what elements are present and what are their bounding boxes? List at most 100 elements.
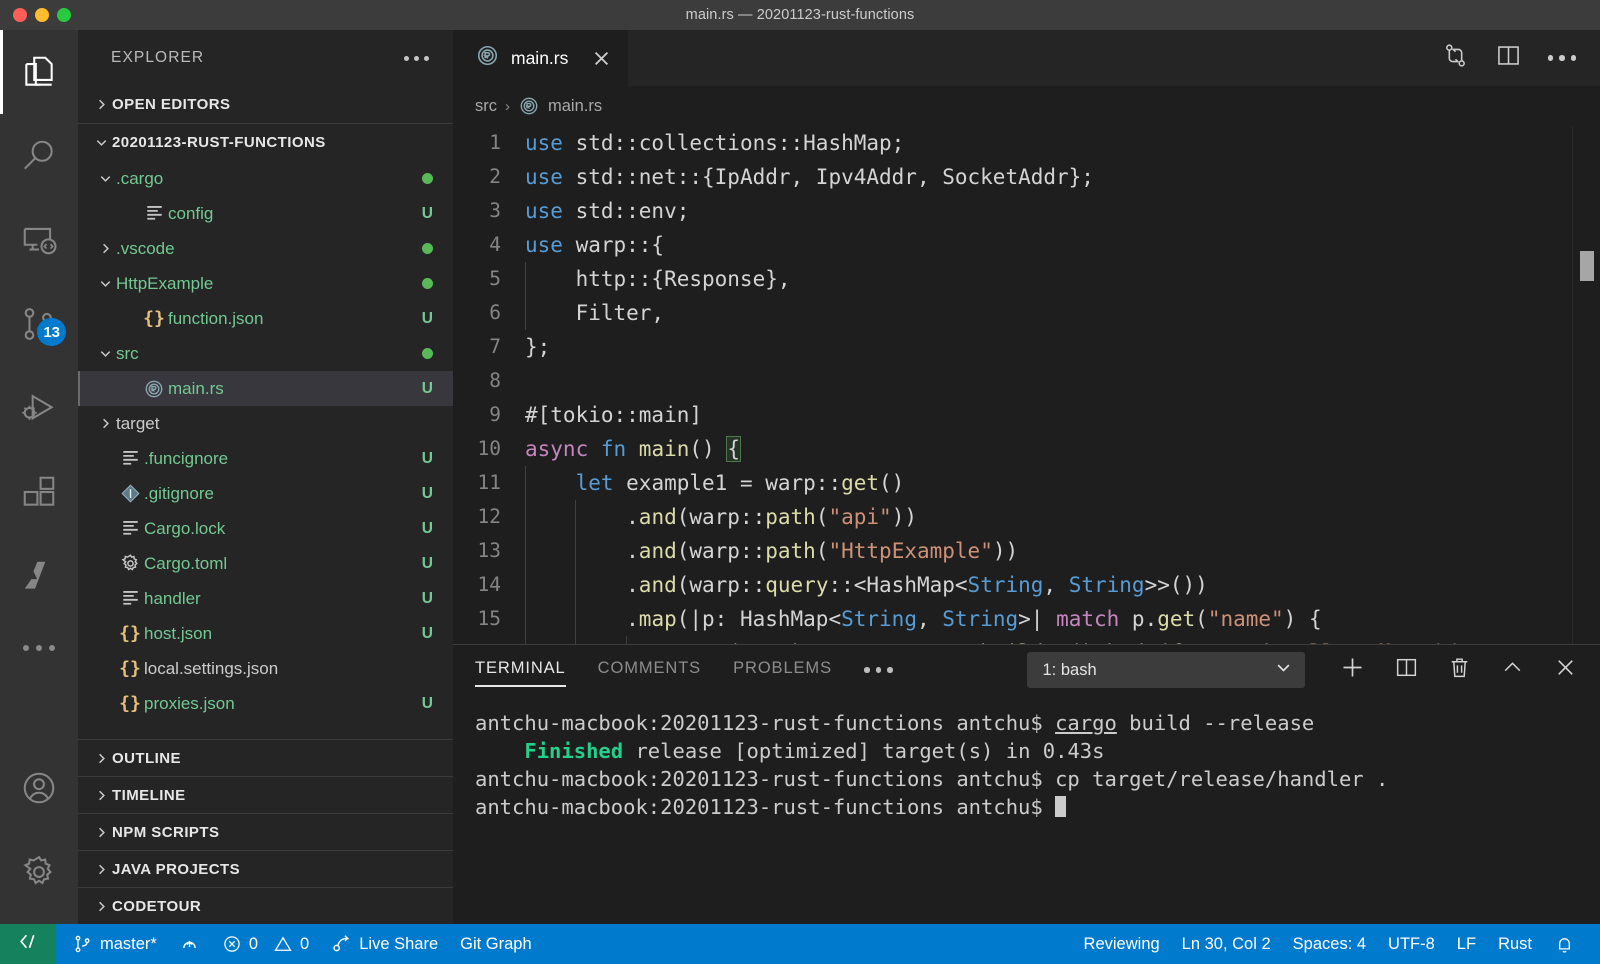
status-branch-label: master*: [100, 935, 157, 954]
code-token: "Hello, {}. Thi: [1271, 641, 1461, 644]
git-status-dot: [422, 173, 433, 184]
breadcrumb-item-main-rs[interactable]: main.rs: [548, 97, 602, 116]
window-controls[interactable]: [0, 8, 71, 22]
code-token: p.: [1132, 607, 1157, 631]
status-notifications[interactable]: [1543, 924, 1586, 964]
file-tree-item-httpexample[interactable]: HttpExample: [78, 266, 453, 301]
chevron-right-icon: ›: [505, 98, 510, 115]
remote-window-icon: [16, 929, 41, 959]
close-tab-button[interactable]: [579, 48, 612, 69]
split-editor-icon[interactable]: [1495, 42, 1522, 74]
minimize-window-button[interactable]: [35, 8, 49, 22]
activity-item-explorer[interactable]: [0, 30, 78, 114]
code-line: 12 .and(warp::path("api")): [453, 500, 1600, 534]
panel-tab-problems[interactable]: PROBLEMS: [733, 653, 832, 687]
status-encoding[interactable]: UTF-8: [1377, 924, 1446, 964]
sidebar-more-actions-button[interactable]: [404, 56, 435, 61]
code-token: and: [639, 573, 677, 597]
file-tree-item-local-settings-json[interactable]: {}local.settings.json: [78, 651, 453, 686]
code-line-content: [525, 364, 1600, 398]
breadcrumb-item-src[interactable]: src: [475, 97, 497, 116]
terminal-text: release [optimized] target(s) in 0.43s: [623, 739, 1104, 763]
editor-more-actions-icon[interactable]: [1548, 55, 1577, 61]
file-tree-item-target[interactable]: target: [78, 406, 453, 441]
more-dot: [876, 667, 882, 673]
status-sync[interactable]: [168, 924, 211, 964]
terminal-select[interactable]: 1: bash: [1027, 652, 1305, 688]
panel-more-tabs-button[interactable]: [864, 667, 893, 673]
code-token: and: [639, 539, 677, 563]
line-number: 11: [453, 466, 525, 500]
file-tree-item-label: handler: [144, 589, 422, 609]
section-npm-scripts[interactable]: NPM SCRIPTS: [78, 813, 453, 850]
editor-scrollbar[interactable]: [1572, 126, 1600, 644]
status-problems[interactable]: 0 0: [211, 924, 320, 964]
file-tree-item-handler[interactable]: handlerU: [78, 581, 453, 616]
editor-scrollbar-thumb[interactable]: [1580, 251, 1594, 281]
code-token: (: [1258, 641, 1271, 644]
section-project-root[interactable]: 20201123-RUST-FUNCTIONS: [78, 123, 453, 160]
file-tree-item-host-json[interactable]: {}host.jsonU: [78, 616, 453, 651]
kill-terminal-icon[interactable]: [1447, 655, 1472, 685]
code-token: path: [765, 505, 816, 529]
line-number: 4: [453, 228, 525, 262]
file-tree-item-gitignore[interactable]: .gitignoreU: [78, 476, 453, 511]
terminal-text: [475, 739, 524, 763]
maximize-panel-icon[interactable]: [1500, 655, 1525, 685]
panel-tab-terminal[interactable]: TERMINAL: [475, 653, 566, 687]
activity-item-search[interactable]: [0, 114, 78, 198]
status-language-mode[interactable]: Rust: [1487, 924, 1543, 964]
activity-item-accounts[interactable]: [0, 746, 78, 830]
status-live-share[interactable]: Live Share: [320, 924, 449, 964]
file-tree-item-proxies-json[interactable]: {}proxies.jsonU: [78, 686, 453, 721]
terminal-output[interactable]: antchu-macbook:20201123-rust-functions a…: [453, 695, 1600, 924]
split-terminal-icon[interactable]: [1394, 655, 1419, 685]
warning-icon: [273, 934, 293, 954]
indent-guide: [525, 262, 526, 296]
file-tree-item-src[interactable]: src: [78, 336, 453, 371]
activity-item-run-and-debug[interactable]: [0, 366, 78, 450]
status-remote-button[interactable]: [0, 924, 56, 964]
editor-text-area[interactable]: 1use std::collections::HashMap;2use std:…: [453, 126, 1600, 644]
section-open-editors[interactable]: OPEN EDITORS: [78, 86, 453, 123]
close-window-button[interactable]: [13, 8, 27, 22]
activity-item-extensions[interactable]: [0, 450, 78, 534]
status-indentation[interactable]: Spaces: 4: [1282, 924, 1377, 964]
file-tree-item-function-json[interactable]: {}function.jsonU: [78, 301, 453, 336]
file-tree-item-cargo[interactable]: .cargo: [78, 161, 453, 196]
status-branch[interactable]: master*: [62, 924, 168, 964]
status-git-graph[interactable]: Git Graph: [449, 924, 543, 964]
new-terminal-icon[interactable]: [1339, 654, 1366, 686]
file-tree-item-vscode[interactable]: .vscode: [78, 231, 453, 266]
activity-item-azure[interactable]: [0, 534, 78, 618]
activity-bar-more-button[interactable]: [0, 618, 78, 678]
status-cursor-position[interactable]: Ln 30, Col 2: [1171, 924, 1282, 964]
file-tree-item-cargo-lock[interactable]: Cargo.lockU: [78, 511, 453, 546]
file-tree-item-cargo-toml[interactable]: Cargo.tomlU: [78, 546, 453, 581]
file-tree-item-label: main.rs: [168, 379, 422, 399]
compare-changes-icon[interactable]: [1442, 42, 1469, 74]
tab-main-rs[interactable]: main.rs: [453, 30, 628, 86]
code-token: #[tokio::main]: [525, 403, 702, 427]
activity-item-settings[interactable]: [0, 830, 78, 914]
section-label: JAVA PROJECTS: [112, 861, 240, 878]
section-java-projects[interactable]: JAVA PROJECTS: [78, 850, 453, 887]
code-token: [525, 471, 576, 495]
status-eol[interactable]: LF: [1446, 924, 1487, 964]
section-codetour[interactable]: CODETOUR: [78, 887, 453, 924]
file-tree-item-main-rs[interactable]: main.rsU: [78, 371, 453, 406]
maximize-window-button[interactable]: [57, 8, 71, 22]
activity-item-source-control[interactable]: 13: [0, 282, 78, 366]
code-line-content: };: [525, 330, 1600, 364]
section-timeline[interactable]: TIMELINE: [78, 776, 453, 813]
live-share-icon: [331, 934, 352, 955]
close-panel-icon[interactable]: [1553, 655, 1578, 685]
file-tree-item-funcignore[interactable]: .funcignoreU: [78, 441, 453, 476]
activity-item-remote-explorer[interactable]: [0, 198, 78, 282]
indent-guide: [575, 636, 576, 644]
status-reviewing[interactable]: Reviewing: [1073, 924, 1171, 964]
remote-icon: [20, 221, 58, 259]
section-outline[interactable]: OUTLINE: [78, 739, 453, 776]
file-tree-item-config[interactable]: configU: [78, 196, 453, 231]
panel-tab-comments[interactable]: COMMENTS: [598, 653, 701, 687]
